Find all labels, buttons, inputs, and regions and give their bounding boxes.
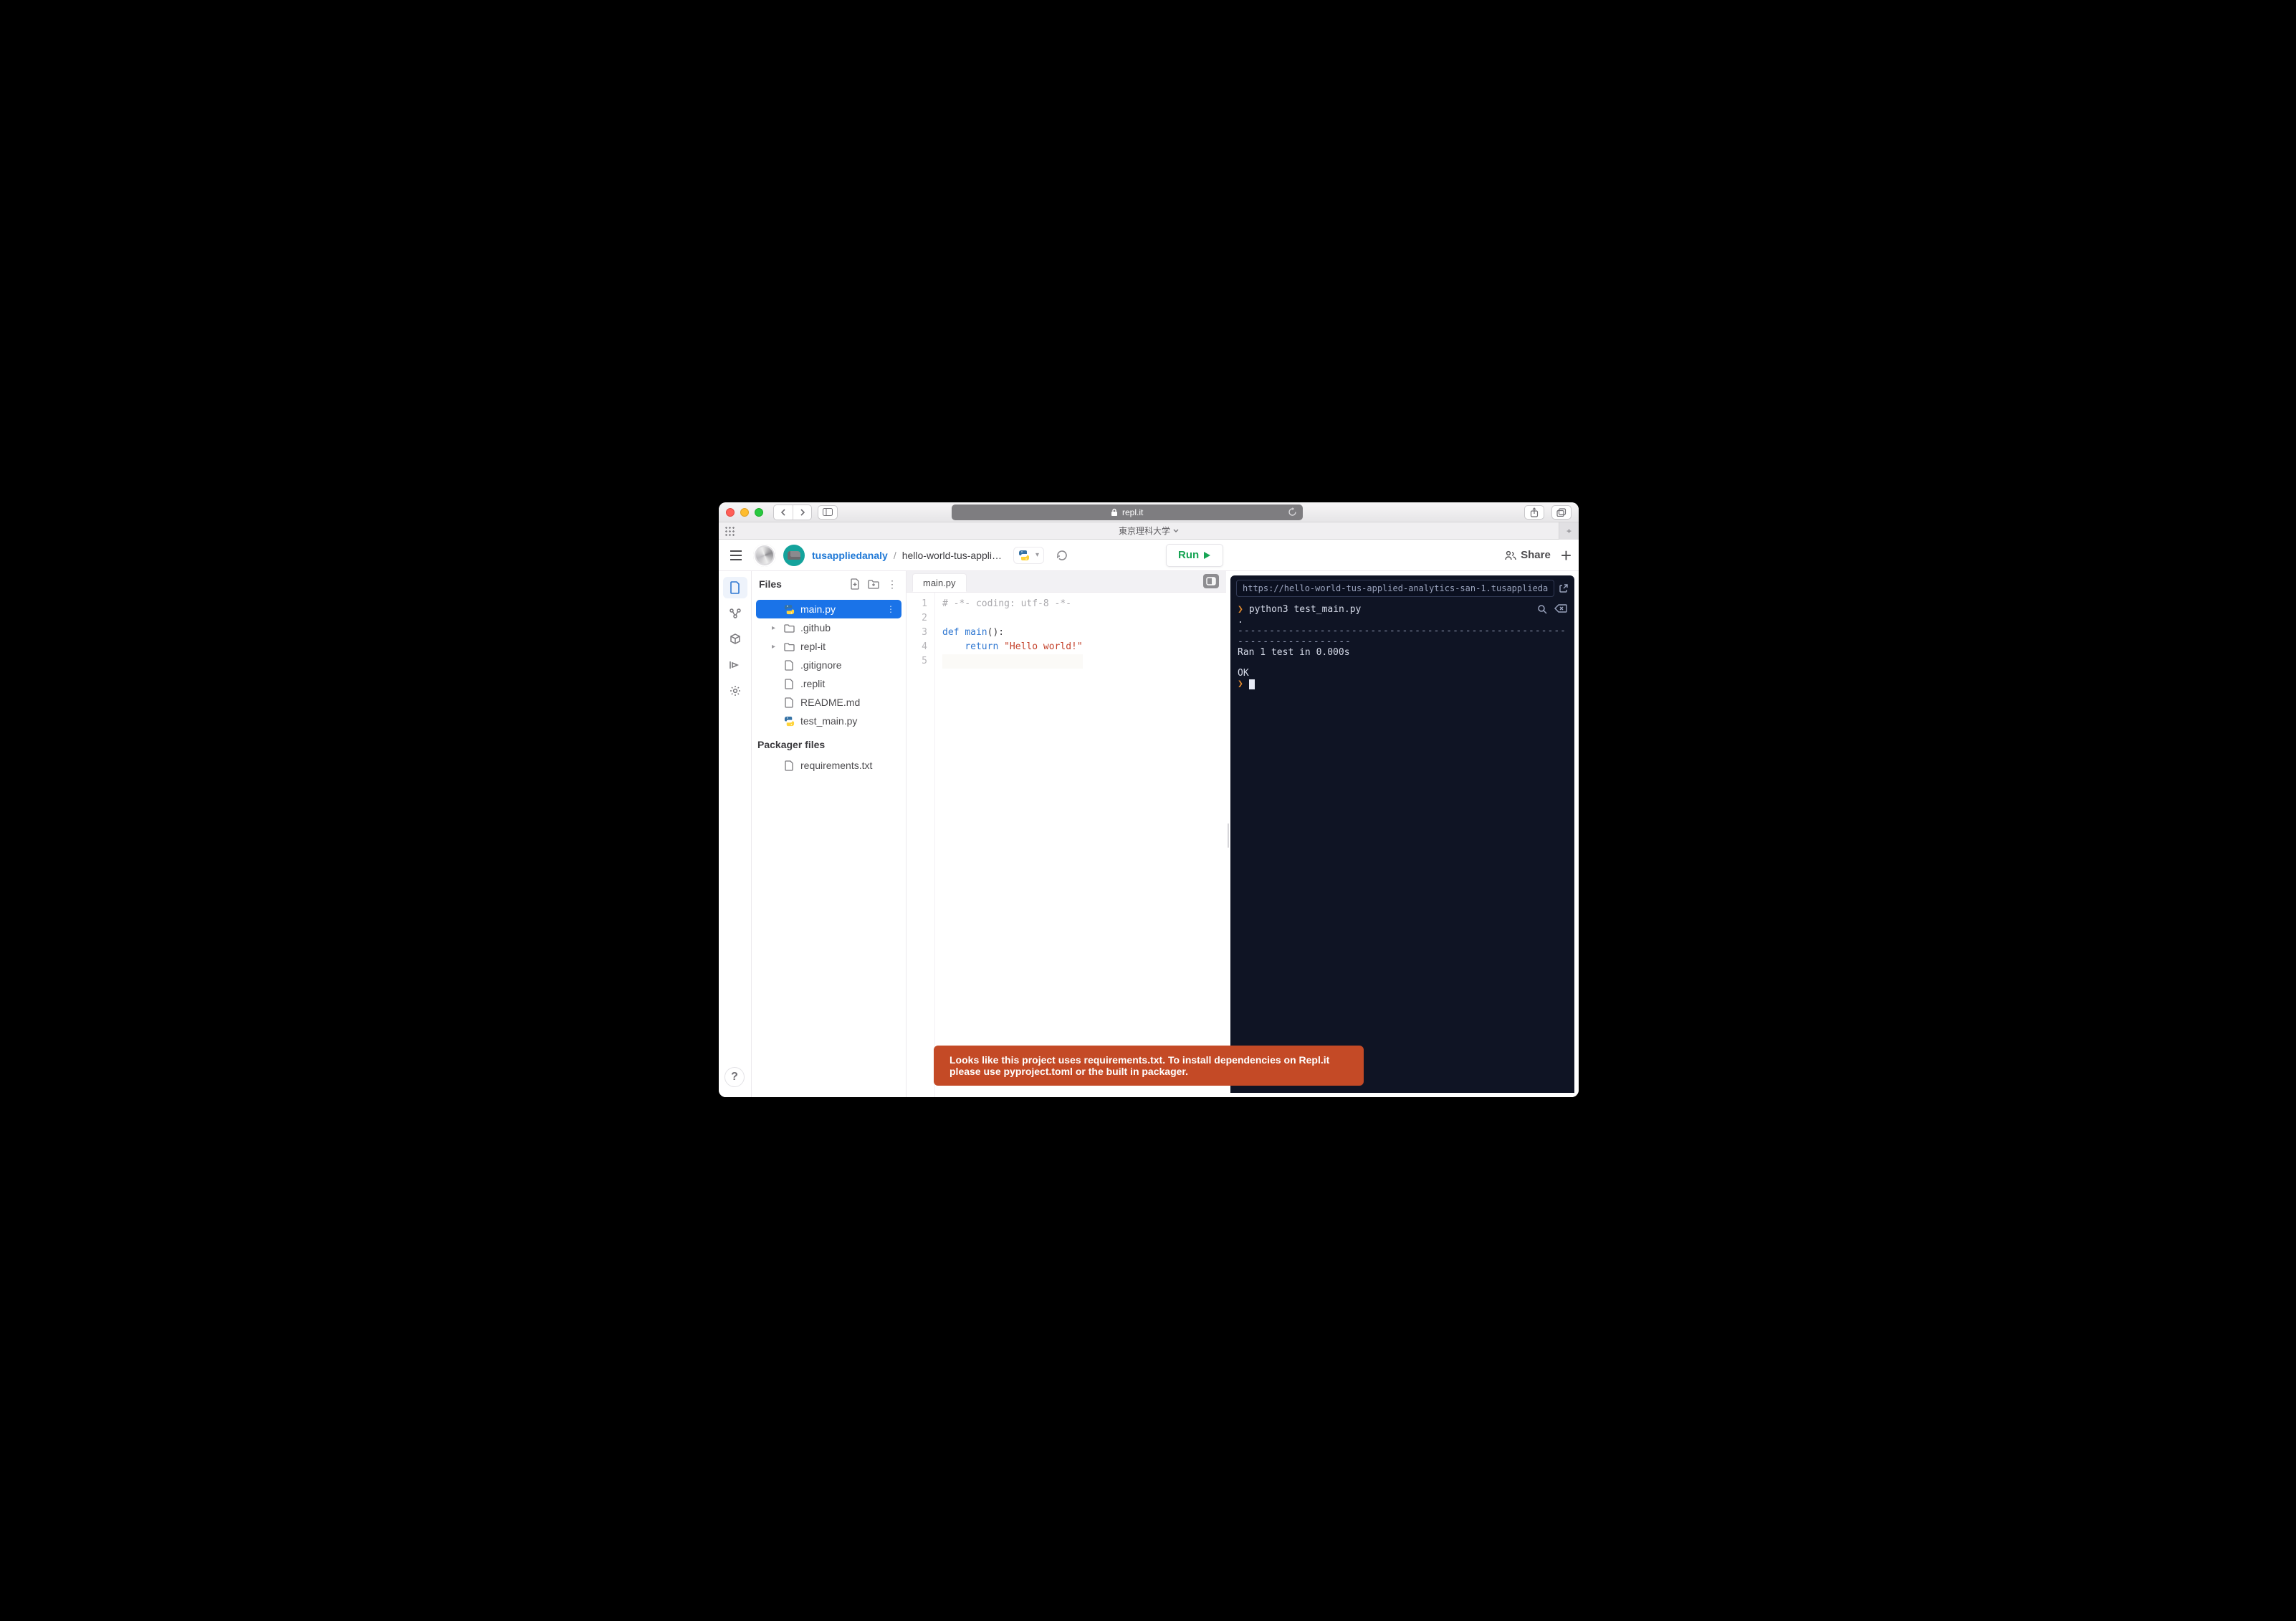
breadcrumb-project[interactable]: hello-world-tus-appli…: [902, 550, 1002, 561]
file-tree-item[interactable]: requirements.txt: [756, 756, 901, 775]
window-maximize-button[interactable]: [755, 508, 763, 517]
side-rail: [719, 571, 752, 1097]
file-icon: [783, 697, 795, 708]
window-controls: [726, 508, 763, 517]
console-urlbar: [1230, 575, 1574, 601]
python-icon: [783, 604, 795, 615]
rail-debugger[interactable]: [723, 654, 747, 676]
file-tree-item[interactable]: test_main.py: [756, 712, 901, 730]
app-header: tusappliedanaly / hello-world-tus-appli……: [719, 540, 1579, 571]
menu-button[interactable]: [726, 545, 746, 565]
folder-icon: [783, 623, 795, 633]
new-file-button[interactable]: [848, 578, 861, 590]
app-body: Files ⋮ main.py⋮▸.github▸repl-it.gitigno…: [719, 571, 1579, 1097]
breadcrumb: tusappliedanaly / hello-world-tus-appli…: [812, 550, 1002, 561]
files-title: Files: [759, 578, 843, 590]
editor-tab[interactable]: main.py: [912, 573, 967, 592]
python-icon: [783, 716, 795, 727]
file-more-icon[interactable]: ⋮: [886, 604, 896, 614]
window-minimize-button[interactable]: [740, 508, 749, 517]
breadcrumb-user[interactable]: tusappliedanaly: [812, 550, 888, 561]
console-panel: ❯python3 test_main.py . ----------------…: [1230, 575, 1574, 1093]
tab-title[interactable]: 東京理科大学: [1119, 525, 1179, 537]
chevron-down-icon: ▾: [1035, 551, 1039, 559]
new-folder-button[interactable]: [867, 579, 880, 589]
code-lines: # -*- coding: utf-8 -*- def main(): retu…: [935, 593, 1083, 1097]
tabs-overview-button[interactable]: [1551, 505, 1572, 520]
share-sheet-button[interactable]: [1524, 505, 1544, 520]
help-button[interactable]: ?: [724, 1067, 745, 1087]
history-button[interactable]: [1051, 545, 1073, 566]
files-more-button[interactable]: ⋮: [886, 578, 899, 590]
new-button[interactable]: +: [1561, 546, 1572, 565]
replit-logo-icon[interactable]: [753, 544, 776, 567]
prompt-icon: ❯: [1238, 604, 1243, 615]
open-external-icon[interactable]: [1559, 583, 1569, 593]
file-tree-item[interactable]: ▸repl-it: [756, 637, 901, 656]
window-close-button[interactable]: [726, 508, 735, 517]
file-tree-item[interactable]: main.py⋮: [756, 600, 901, 618]
nav-back-button[interactable]: [774, 505, 793, 520]
share-button[interactable]: Share: [1505, 549, 1551, 561]
safari-window: repl.it 東京理科大学 +: [719, 502, 1579, 1097]
people-icon: [1505, 550, 1516, 560]
nav-forward-button[interactable]: [793, 505, 811, 520]
sidebar-toggle-button[interactable]: [818, 505, 838, 520]
file-icon: [783, 679, 795, 689]
replit-app: tusappliedanaly / hello-world-tus-appli……: [719, 540, 1579, 1097]
file-icon: [783, 760, 795, 771]
play-icon: [1203, 551, 1211, 560]
rail-version-control[interactable]: [723, 603, 747, 624]
file-tree-item[interactable]: .replit: [756, 674, 901, 693]
run-button[interactable]: Run: [1166, 544, 1223, 567]
prompt-icon: ❯: [1238, 679, 1243, 689]
browser-titlebar: repl.it: [719, 502, 1579, 522]
python-icon: [1018, 550, 1030, 561]
new-tab-button[interactable]: +: [1559, 522, 1579, 540]
file-tree-item[interactable]: README.md: [756, 693, 901, 712]
editor-tabs: main.py: [907, 571, 1226, 593]
folder-icon: [783, 642, 795, 651]
file-icon: [783, 660, 795, 671]
nav-back-forward: [773, 505, 812, 520]
chevron-down-icon: [1173, 529, 1179, 533]
files-header: Files ⋮: [752, 571, 906, 597]
rail-files[interactable]: [723, 577, 747, 598]
files-panel: Files ⋮ main.py⋮▸.github▸repl-it.gitigno…: [752, 571, 907, 1097]
editor-panel: main.py 12345 # -*- coding: utf-8 -*- de…: [907, 571, 1226, 1097]
lock-icon: [1111, 508, 1118, 517]
language-selector[interactable]: ▾: [1013, 547, 1044, 564]
address-bar[interactable]: repl.it: [952, 505, 1303, 520]
team-avatar[interactable]: [783, 545, 805, 566]
console-tools: [1537, 604, 1567, 614]
favorites-bar: 東京理科大学 +: [719, 522, 1579, 540]
rail-settings[interactable]: [723, 680, 747, 702]
file-tree-item[interactable]: ▸.github: [756, 618, 901, 637]
reload-icon[interactable]: [1288, 507, 1297, 517]
apps-grid-icon[interactable]: [724, 526, 735, 536]
console-output[interactable]: ❯python3 test_main.py . ----------------…: [1230, 601, 1574, 697]
search-icon[interactable]: [1537, 604, 1547, 614]
clear-console-icon[interactable]: [1554, 604, 1567, 614]
cursor: [1249, 679, 1255, 689]
code-editor[interactable]: 12345 # -*- coding: utf-8 -*- def main()…: [907, 593, 1226, 1097]
file-tree-item[interactable]: .gitignore: [756, 656, 901, 674]
line-gutter: 12345: [907, 593, 935, 1097]
repl-url-input[interactable]: [1236, 580, 1554, 597]
packager-section: Packager files: [752, 733, 906, 753]
warning-toast[interactable]: Looks like this project uses requirement…: [934, 1046, 1364, 1086]
markdown-preview-button[interactable]: [1203, 574, 1219, 588]
rail-packages[interactable]: [723, 628, 747, 650]
address-text: repl.it: [1122, 507, 1143, 517]
